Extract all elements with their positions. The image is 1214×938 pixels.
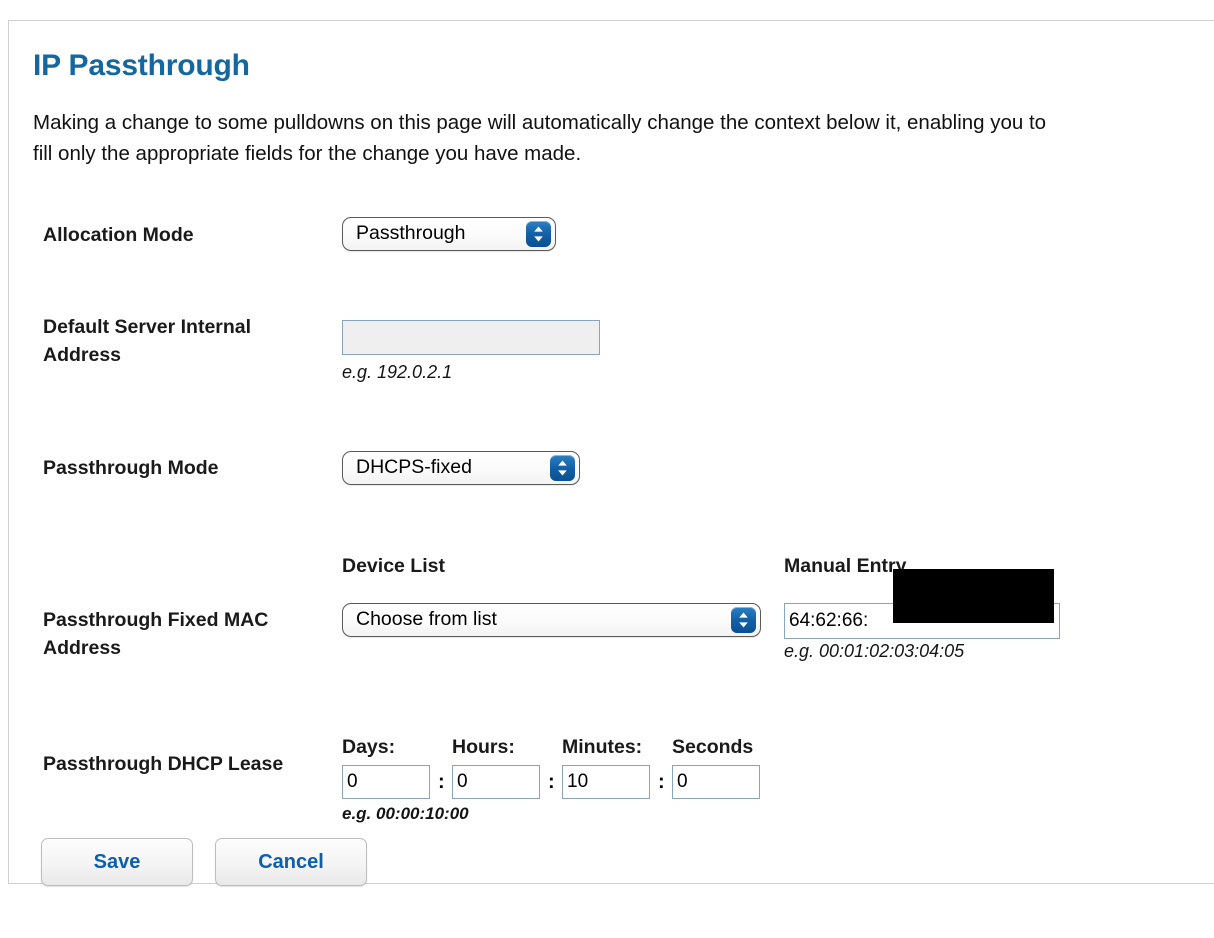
chevron-updown-icon[interactable] bbox=[550, 455, 575, 481]
manual-entry-heading: Manual Entry bbox=[784, 555, 907, 577]
dhcp-lease-days-heading: Days: bbox=[342, 736, 396, 758]
allocation-mode-label: Allocation Mode bbox=[43, 224, 194, 246]
dhcp-lease-seconds-heading: Seconds bbox=[672, 736, 754, 758]
passthrough-dhcp-lease-label: Passthrough DHCP Lease bbox=[43, 753, 284, 775]
chevron-updown-icon[interactable] bbox=[526, 221, 551, 247]
dhcp-lease-hours-heading: Hours: bbox=[452, 736, 515, 758]
allocation-mode-value: Passthrough bbox=[356, 222, 466, 244]
page-title: IP Passthrough bbox=[33, 49, 250, 82]
cancel-button[interactable]: Cancel bbox=[215, 838, 367, 886]
chevron-updown-icon[interactable] bbox=[731, 607, 756, 633]
default-server-internal-address-input[interactable] bbox=[342, 320, 600, 355]
dhcp-lease-days-input[interactable] bbox=[342, 765, 430, 799]
dhcp-lease-minutes-heading: Minutes: bbox=[562, 736, 643, 758]
passthrough-mode-select[interactable]: DHCPS-fixed bbox=[342, 451, 580, 485]
device-list-heading: Device List bbox=[342, 555, 445, 577]
manual-entry-hint: e.g. 00:01:02:03:04:05 bbox=[784, 641, 965, 661]
dhcp-lease-minutes-input[interactable] bbox=[562, 765, 650, 799]
save-button[interactable]: Save bbox=[41, 838, 193, 886]
passthrough-mode-value: DHCPS-fixed bbox=[356, 456, 472, 478]
dhcp-lease-hint: e.g. 00:00:10:00 bbox=[342, 804, 469, 823]
page-description: Making a change to some pulldowns on thi… bbox=[33, 111, 1047, 165]
passthrough-fixed-mac-label: Passthrough Fixed MAC Address bbox=[43, 609, 269, 659]
default-server-internal-address-label: Default Server Internal Address bbox=[43, 316, 252, 366]
device-list-value: Choose from list bbox=[356, 608, 497, 630]
allocation-mode-select[interactable]: Passthrough bbox=[342, 217, 556, 251]
dhcp-lease-separator: : bbox=[548, 771, 555, 793]
default-server-internal-address-hint: e.g. 192.0.2.1 bbox=[342, 362, 453, 382]
mac-address-redaction-overlay bbox=[893, 569, 1054, 623]
dhcp-lease-hours-input[interactable] bbox=[452, 765, 540, 799]
dhcp-lease-seconds-input[interactable] bbox=[672, 765, 760, 799]
ip-passthrough-panel: IP Passthrough Making a change to some p… bbox=[8, 20, 1214, 886]
dhcp-lease-separator: : bbox=[658, 771, 665, 793]
passthrough-mode-label: Passthrough Mode bbox=[43, 457, 219, 479]
dhcp-lease-separator: : bbox=[438, 771, 445, 793]
device-list-select[interactable]: Choose from list bbox=[342, 603, 761, 637]
